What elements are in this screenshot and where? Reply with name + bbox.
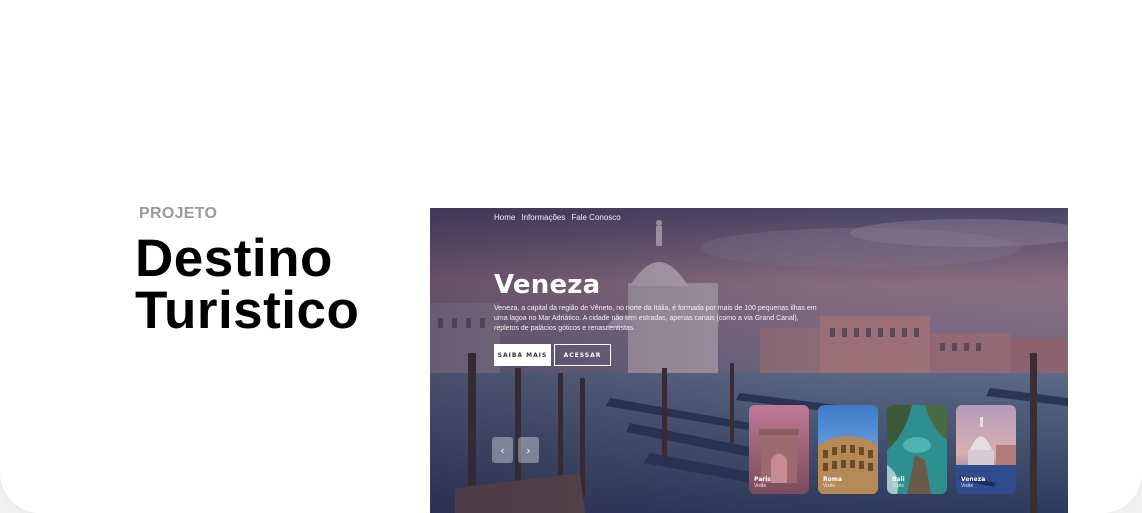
carousel-prev-button[interactable]: ‹: [492, 437, 513, 463]
nav-home[interactable]: Home: [494, 213, 515, 222]
saiba-mais-button[interactable]: SAIBA MAIS: [494, 344, 551, 366]
carousel-card-bali[interactable]: Bali Visite: [887, 405, 947, 494]
chevron-right-icon: ›: [526, 443, 531, 457]
veneza-name: Veneza: [961, 476, 986, 483]
veneza-caption: Veneza Visite: [961, 476, 985, 489]
site-nav: Home Informações Fale Conosco: [494, 213, 621, 222]
bali-caption: Bali Visite: [892, 476, 905, 489]
project-eyebrow: PROJETO: [139, 205, 218, 222]
nav-informacoes[interactable]: Informações: [521, 213, 565, 222]
hero-title: Veneza: [494, 270, 601, 300]
carousel-next-button[interactable]: ›: [518, 437, 539, 463]
paris-name: Paris: [754, 476, 771, 483]
acessar-button[interactable]: ACESSAR: [554, 344, 611, 366]
roma-caption: Roma Visite: [823, 476, 842, 489]
veneza-subtitle: Visite: [961, 483, 974, 489]
chevron-left-icon: ‹: [500, 443, 505, 457]
hero-description: Veneza, a capital da região de Vêneto, n…: [494, 305, 817, 332]
project-title-line-2: Turistico: [135, 281, 360, 340]
paris-subtitle: Visite: [754, 483, 767, 489]
bali-name: Bali: [892, 476, 905, 483]
project-title: Destino Turistico: [135, 229, 415, 340]
website-screenshot: Home Informações Fale Conosco Veneza Ven…: [430, 208, 1068, 513]
project-title-line-1: Destino: [135, 229, 333, 288]
project-card: PROJETO Destino Turistico Home Informaçõ…: [0, 0, 1142, 513]
paris-caption: Paris Visite: [754, 476, 771, 489]
carousel-card-paris[interactable]: Paris Visite: [749, 405, 809, 494]
nav-fale-conosco[interactable]: Fale Conosco: [571, 213, 620, 222]
roma-name: Roma: [823, 476, 843, 483]
carousel-card-veneza[interactable]: Veneza Visite: [956, 405, 1016, 494]
carousel-card-roma[interactable]: Roma Visite: [818, 405, 878, 494]
bali-subtitle: Visite: [892, 483, 905, 489]
roma-subtitle: Visite: [823, 483, 836, 489]
